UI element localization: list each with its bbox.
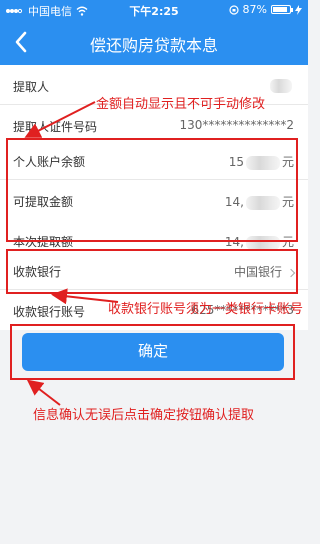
page-title: 偿还购房贷款本息	[89, 36, 218, 55]
extractable-amount-label: 可提取金额	[13, 195, 74, 209]
lock-rotation-icon	[228, 4, 239, 15]
annotation-confirm-hint: 信息确认无误后点击确定按钮确认提取	[33, 408, 255, 423]
masked-amount	[245, 195, 280, 210]
applicant-id-label: 提取人证件号码	[13, 120, 98, 134]
extractable-amount: 14,	[224, 195, 244, 209]
extractable-amount-value: 14, 元	[225, 193, 294, 210]
this-extraction-amount: 14,	[224, 235, 244, 249]
annotation-auto-amount: 金额自动显示且不可手动修改	[96, 97, 266, 112]
applicant-id-value: 130**************2	[179, 118, 294, 132]
bank-account-label: 收款银行账号	[13, 305, 86, 319]
bank-row[interactable]: 收款银行 中国银行	[0, 250, 308, 290]
applicant-name-value	[268, 78, 294, 93]
bank-label: 收款银行	[13, 265, 62, 279]
personal-balance-value: 15 元	[229, 153, 294, 170]
personal-balance-row: 个人账户余额 15 元	[0, 140, 308, 180]
confirm-button[interactable]: 确定	[22, 333, 284, 371]
personal-balance-unit: 元	[281, 155, 294, 169]
battery-icon	[271, 5, 293, 14]
battery-percent: 87%	[242, 3, 267, 16]
status-right: 87%	[228, 3, 302, 16]
masked-name	[270, 78, 292, 93]
masked-amount	[245, 155, 280, 170]
charging-icon	[295, 4, 302, 15]
nav-bar: 偿还购房贷款本息	[0, 20, 308, 65]
personal-balance-amount: 15	[228, 155, 244, 169]
bank-name: 中国银行	[233, 265, 282, 279]
annotation-bank-account: 收款银行账号须为一类银行卡账号	[108, 302, 304, 317]
this-extraction-value: 14, 元	[225, 233, 294, 250]
bank-section: 收款银行 中国银行 收款银行账号 625************3	[0, 250, 308, 330]
extractable-unit: 元	[281, 195, 294, 209]
personal-balance-label: 个人账户余额	[13, 155, 86, 169]
applicant-name-label: 提取人	[13, 80, 50, 94]
this-extraction-unit: 元	[281, 235, 294, 249]
arrow-to-confirm	[26, 379, 61, 406]
this-extraction-label: 本次提取额	[13, 235, 74, 249]
bank-value[interactable]: 中国银行	[233, 263, 296, 280]
balance-section: 个人账户余额 15 元 可提取金额 14, 元	[0, 140, 308, 220]
masked-amount	[245, 235, 280, 250]
extractable-amount-row: 可提取金额 14, 元	[0, 180, 308, 220]
status-bar: 中国电信 下午2:25 87%	[0, 0, 308, 20]
chevron-right-icon	[286, 268, 296, 277]
